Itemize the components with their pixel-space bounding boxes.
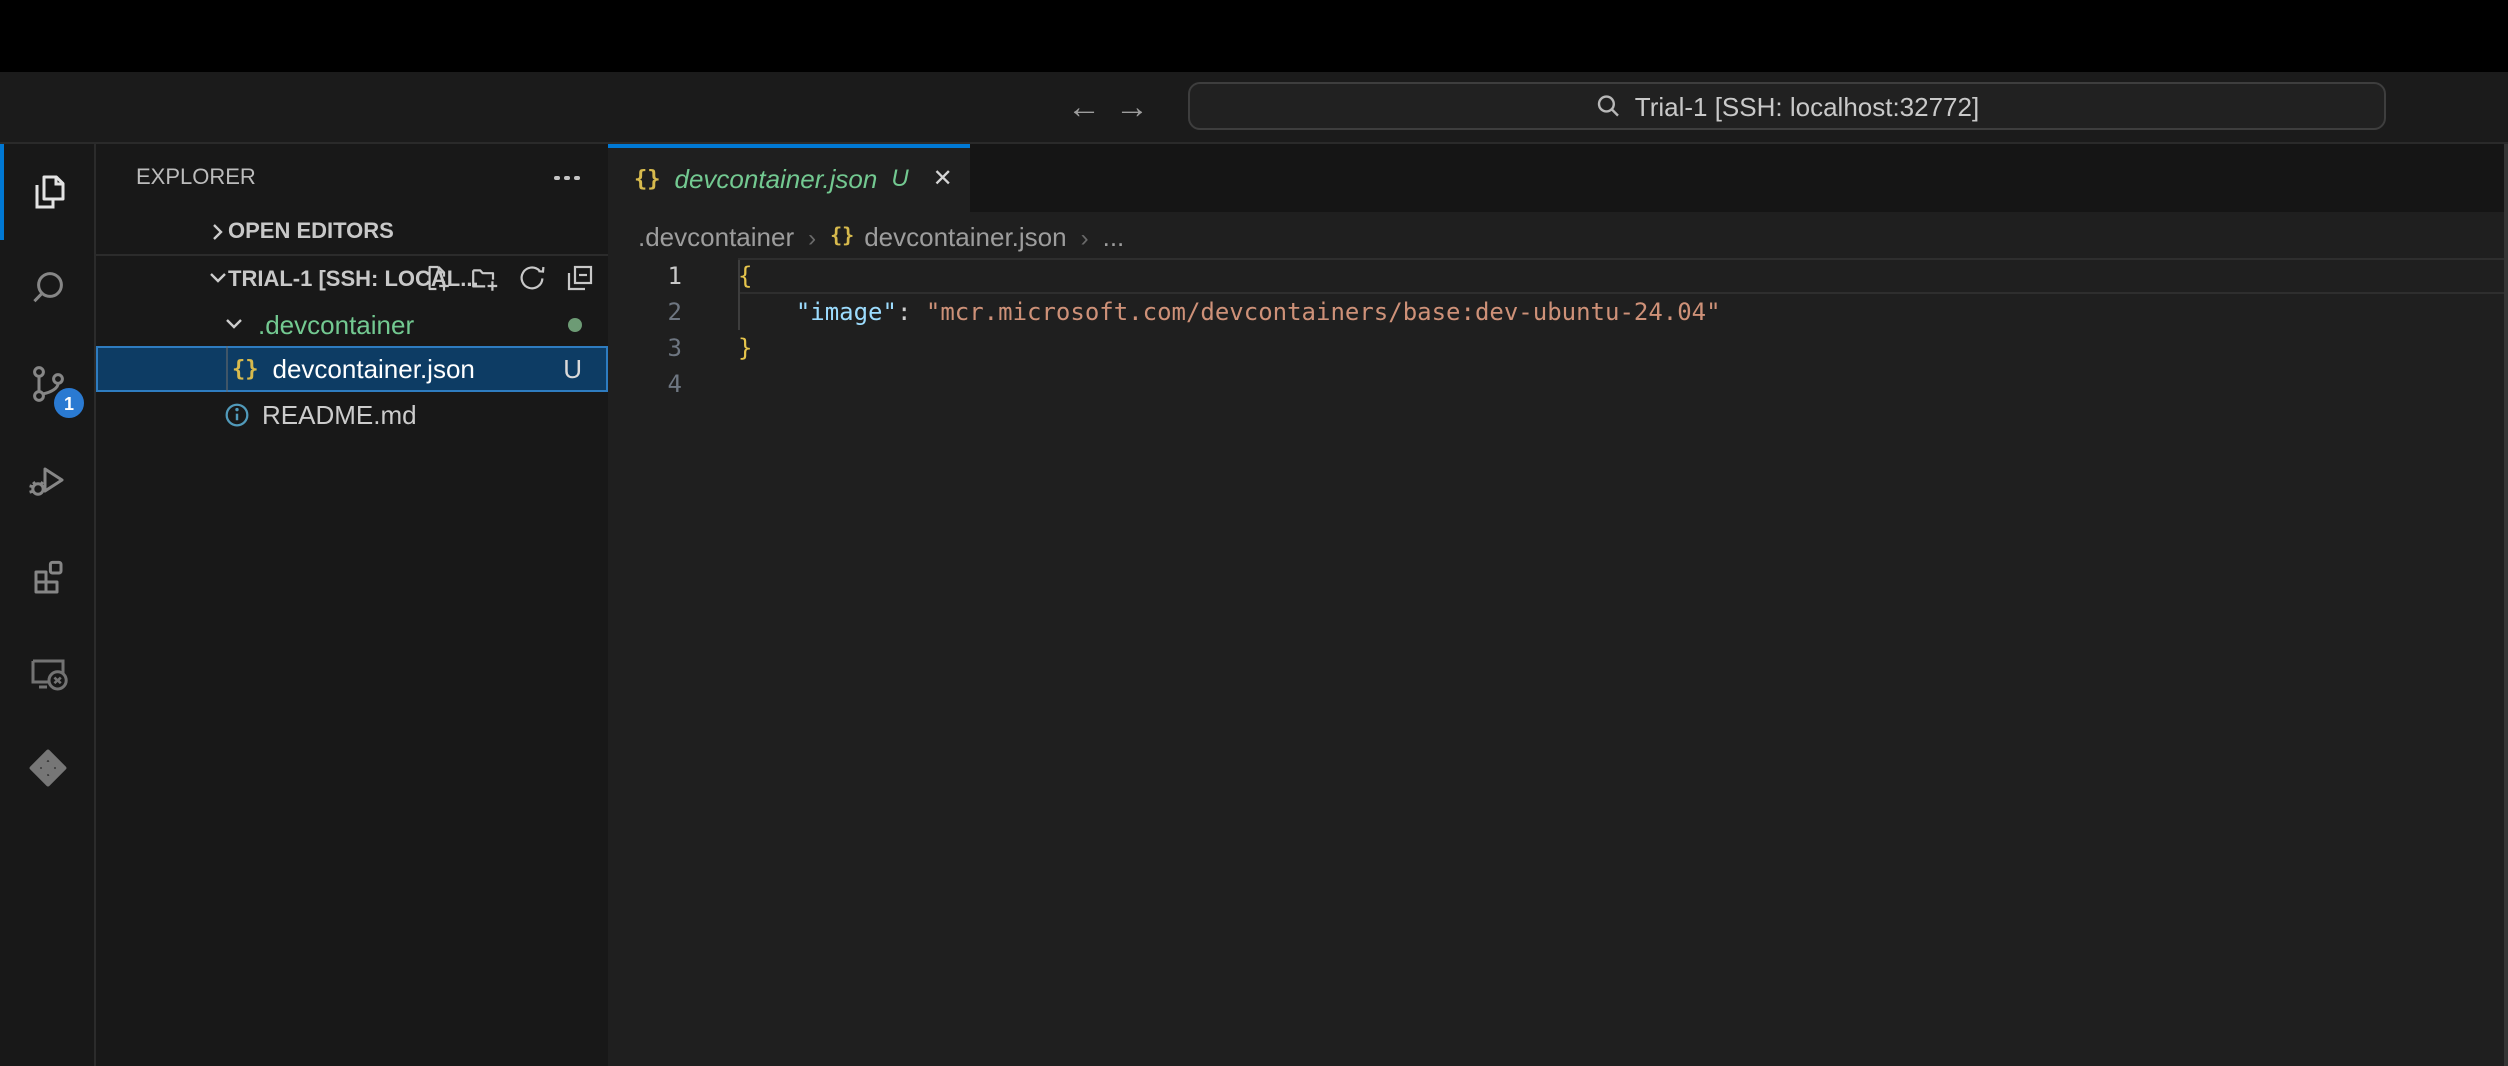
line-number: 1 bbox=[608, 258, 682, 294]
explorer-actions bbox=[420, 262, 596, 294]
file-tree: .devcontainer {} devcontainer.json U RE bbox=[96, 302, 608, 436]
activity-item-marketplace-diamond[interactable] bbox=[0, 720, 94, 816]
explorer-files-icon bbox=[23, 168, 71, 216]
search-icon bbox=[23, 264, 71, 312]
breadcrumb-folder[interactable]: .devcontainer bbox=[638, 222, 794, 252]
open-editors-label: OPEN EDITORS bbox=[228, 220, 394, 244]
new-folder-button[interactable] bbox=[468, 262, 500, 294]
line-number: 3 bbox=[608, 330, 682, 366]
json-file-icon: {} bbox=[634, 165, 661, 191]
activity-bar: 1 bbox=[0, 144, 96, 1066]
diamond-extension-icon bbox=[23, 744, 71, 792]
refresh-explorer-button[interactable] bbox=[516, 262, 548, 294]
tab-close-icon[interactable]: ✕ bbox=[927, 162, 959, 194]
editor-group: {} devcontainer.json U ✕ .devcontainer ›… bbox=[608, 144, 2508, 1066]
tab-devcontainer-json[interactable]: {} devcontainer.json U ✕ bbox=[608, 144, 970, 212]
collapse-folders-button[interactable] bbox=[564, 262, 596, 294]
search-icon bbox=[1595, 92, 1623, 120]
breadcrumb-file[interactable]: devcontainer.json bbox=[864, 222, 1066, 252]
breadcrumb-separator: › bbox=[808, 223, 816, 251]
sidebar-header: EXPLORER bbox=[96, 144, 608, 210]
sidebar-title: EXPLORER bbox=[136, 165, 548, 189]
line-content bbox=[682, 366, 738, 402]
workspace-section-header[interactable]: TRIAL-1 [SSH: LOCAL... bbox=[96, 256, 608, 302]
git-untracked-badge: U bbox=[563, 354, 582, 384]
activity-item-extensions[interactable] bbox=[0, 528, 94, 624]
refresh-icon bbox=[516, 262, 548, 294]
code-line[interactable]: 4 bbox=[608, 366, 2508, 402]
breadcrumb-more[interactable]: ... bbox=[1103, 222, 1125, 252]
navigate-back-button[interactable]: ← bbox=[1064, 78, 1104, 136]
indent-guide bbox=[738, 260, 740, 330]
code-line[interactable]: 2 "image": "mcr.microsoft.com/devcontain… bbox=[608, 294, 2508, 330]
breadcrumb: .devcontainer › {} devcontainer.json › .… bbox=[608, 214, 2508, 260]
collapse-all-icon bbox=[564, 262, 596, 294]
current-line-highlight bbox=[738, 258, 2508, 294]
line-content: "image": "mcr.microsoft.com/devcontainer… bbox=[682, 294, 1721, 330]
tab-bar: {} devcontainer.json U ✕ bbox=[608, 144, 2508, 214]
tree-item-devcontainer-folder[interactable]: .devcontainer bbox=[96, 302, 608, 346]
line-content: } bbox=[682, 330, 752, 366]
new-file-button[interactable] bbox=[420, 262, 452, 294]
run-and-debug-icon bbox=[23, 456, 71, 504]
extensions-icon bbox=[23, 552, 71, 600]
line-number: 4 bbox=[608, 366, 682, 402]
breadcrumb-separator: › bbox=[1081, 223, 1089, 251]
explorer-sidebar: EXPLORER OPEN EDITORS TRIAL-1 [SSH: LOCA… bbox=[96, 144, 608, 1066]
workbench-body: 1 bbox=[0, 144, 2508, 1066]
open-editors-section-header[interactable]: OPEN EDITORS bbox=[96, 210, 608, 256]
activity-item-run-debug[interactable] bbox=[0, 432, 94, 528]
command-center[interactable]: Trial-1 [SSH: localhost:32772] bbox=[1188, 82, 2386, 130]
code-editor[interactable]: 1{2 "image": "mcr.microsoft.com/devconta… bbox=[608, 258, 2508, 402]
line-number: 2 bbox=[608, 294, 682, 330]
activity-item-remote-explorer[interactable] bbox=[0, 624, 94, 720]
vscode-window: ← → Trial-1 [SSH: localhost:32772] bbox=[0, 0, 2508, 1066]
menu-bar-black-strip bbox=[0, 0, 2508, 72]
chevron-right-icon bbox=[202, 216, 234, 248]
activity-item-search[interactable] bbox=[0, 240, 94, 336]
navigate-forward-button[interactable]: → bbox=[1112, 78, 1152, 136]
new-folder-icon bbox=[468, 262, 500, 294]
file-name: README.md bbox=[262, 399, 417, 429]
tree-item-devcontainer-json[interactable]: {} devcontainer.json U bbox=[96, 346, 608, 392]
json-file-icon: {} bbox=[830, 226, 854, 248]
source-control-badge: 1 bbox=[52, 386, 86, 420]
activity-item-source-control[interactable]: 1 bbox=[0, 336, 94, 432]
more-actions-icon[interactable] bbox=[548, 159, 584, 195]
chevron-down-icon bbox=[218, 308, 250, 340]
file-name: devcontainer.json bbox=[273, 354, 564, 384]
title-bar: ← → Trial-1 [SSH: localhost:32772] bbox=[0, 72, 2508, 144]
activity-item-explorer[interactable] bbox=[0, 144, 94, 240]
info-file-icon bbox=[222, 399, 252, 429]
tree-indent-guide bbox=[226, 346, 228, 392]
git-status-dot bbox=[568, 318, 582, 332]
tab-label: devcontainer.json bbox=[675, 163, 878, 193]
tab-git-badge: U bbox=[891, 164, 908, 192]
code-line[interactable]: 3} bbox=[608, 330, 2508, 366]
command-center-text: Trial-1 [SSH: localhost:32772] bbox=[1635, 91, 1979, 121]
new-file-icon bbox=[420, 262, 452, 294]
chevron-down-icon bbox=[202, 262, 234, 294]
folder-name: .devcontainer bbox=[258, 309, 414, 339]
json-file-icon: {} bbox=[232, 356, 259, 382]
remote-explorer-icon bbox=[23, 648, 71, 696]
tree-item-readme[interactable]: README.md bbox=[96, 392, 608, 436]
